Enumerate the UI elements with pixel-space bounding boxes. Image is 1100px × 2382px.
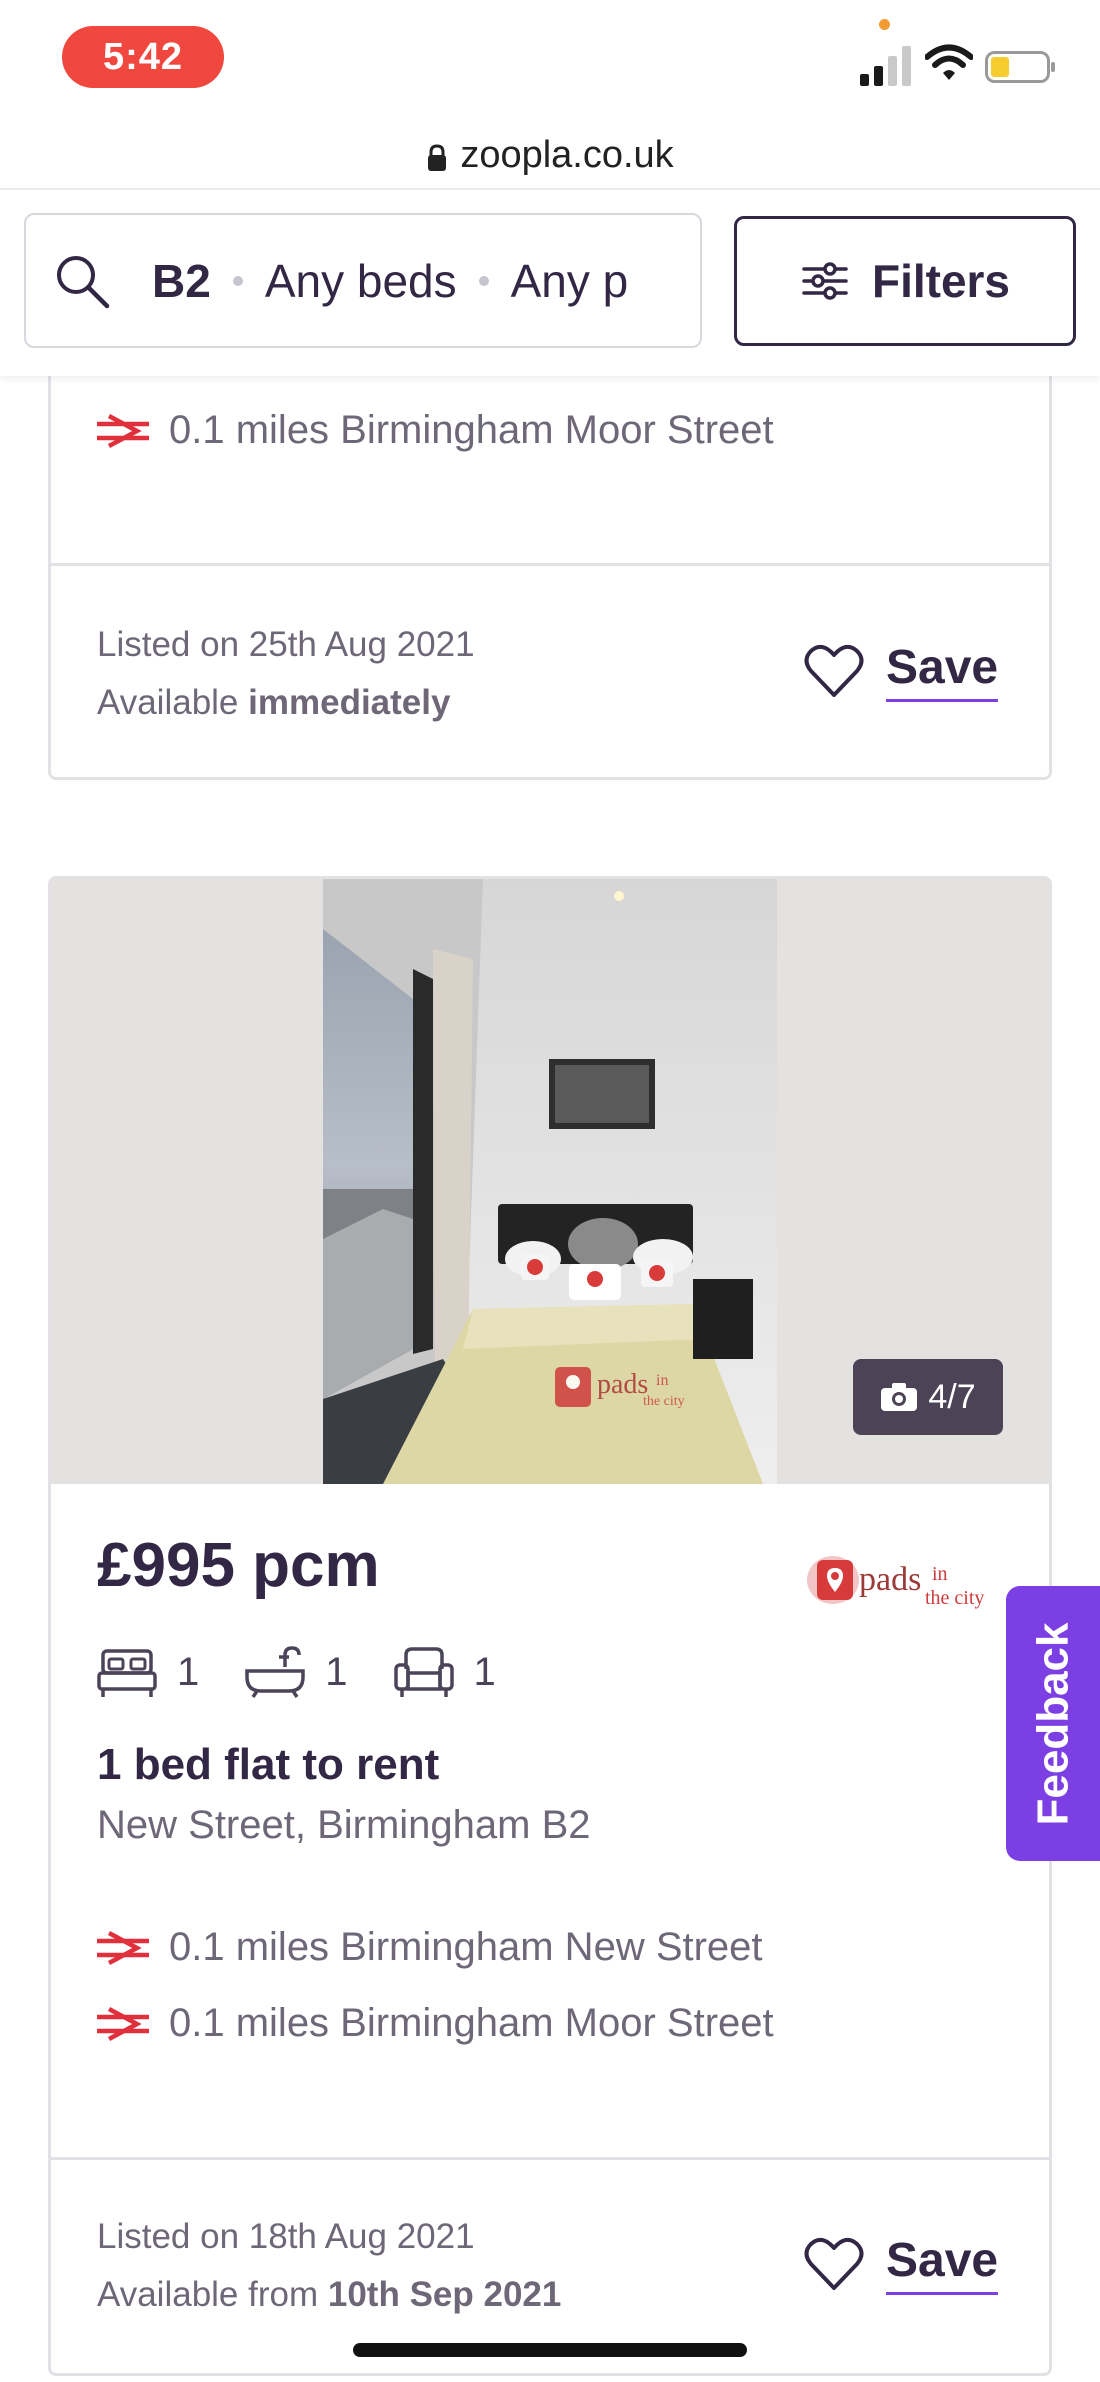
- bed-icon: [97, 1649, 157, 1697]
- listing-title[interactable]: 1 bed flat to rent: [97, 1740, 439, 1790]
- heart-icon: [804, 2237, 864, 2290]
- availability-value: 10th Sep 2021: [327, 2275, 562, 2314]
- save-button[interactable]: Save: [804, 640, 999, 702]
- station-distance: 0.1 miles Birmingham Moor Street: [169, 2001, 774, 2045]
- station-row: 0.1 miles Birmingham New Street: [97, 1925, 763, 1970]
- national-rail-icon: [97, 1930, 149, 1965]
- filters-button[interactable]: Filters: [734, 216, 1076, 346]
- search-summary-input[interactable]: B2 Any beds Any p: [24, 213, 702, 348]
- wifi-icon: [925, 44, 973, 80]
- heart-icon: [804, 644, 864, 697]
- bedroom-photo-illustration: pads in the city: [323, 879, 777, 1484]
- battery-icon: [985, 51, 1055, 83]
- receptions-feature: 1: [393, 1645, 496, 1699]
- browser-url-bar[interactable]: zoopla.co.uk: [0, 120, 1100, 190]
- national-rail-icon: [97, 2006, 149, 2041]
- listing-dates: Listed on 25th Aug 2021 Available immedi…: [97, 616, 475, 732]
- photo-counter-text: 4/7: [928, 1377, 976, 1416]
- card-divider: [51, 2157, 1049, 2160]
- filters-label: Filters: [871, 255, 1011, 307]
- availability-value: immediately: [248, 683, 451, 722]
- browser-url: zoopla.co.uk: [460, 133, 674, 176]
- search-criteria: B2 Any beds Any p: [152, 254, 628, 308]
- lock-icon: [426, 140, 448, 171]
- agent-logo-word: in: [932, 1563, 948, 1585]
- agent-logo-word: pads: [859, 1561, 921, 1598]
- listing-price: £995 pcm: [97, 1531, 380, 1600]
- svg-text:pads: pads: [597, 1369, 648, 1400]
- save-button[interactable]: Save: [804, 2233, 999, 2295]
- listing-address: New Street, Birmingham B2: [97, 1803, 591, 1847]
- station-row: 0.1 miles Birmingham Moor Street: [97, 2001, 774, 2046]
- search-price: Any p: [510, 254, 629, 307]
- status-time: 5:42: [62, 26, 224, 88]
- listing-photo[interactable]: pads in the city: [323, 879, 777, 1484]
- search-icon: [57, 255, 110, 308]
- cellular-signal-icon: [860, 46, 911, 86]
- home-indicator[interactable]: [353, 2343, 747, 2357]
- availability: Available from 10th Sep 2021: [97, 2275, 562, 2314]
- separator-dot: [478, 275, 489, 286]
- camera-icon: [881, 1383, 918, 1411]
- bath-icon: [245, 1646, 305, 1698]
- national-rail-icon: [97, 413, 149, 448]
- svg-text:in: in: [656, 1372, 668, 1389]
- search-beds: Any beds: [264, 254, 457, 307]
- listing-dates: Listed on 18th Aug 2021 Available from 1…: [97, 2208, 561, 2324]
- station-distance: 0.1 miles Birmingham New Street: [169, 1925, 763, 1969]
- bedrooms-count: 1: [177, 1649, 200, 1694]
- photo-counter[interactable]: 4/7: [853, 1359, 1003, 1435]
- availability: Available immediately: [97, 683, 451, 722]
- listed-date: Listed on 25th Aug 2021: [97, 625, 475, 664]
- card-divider: [51, 563, 1049, 566]
- bathrooms-count: 1: [325, 1649, 348, 1694]
- station-row: 0.1 miles Birmingham Moor Street: [97, 408, 774, 453]
- separator-dot: [232, 275, 243, 286]
- agent-logo[interactable]: pads in the city: [795, 1540, 995, 1620]
- feedback-label: Feedback: [1028, 1622, 1078, 1825]
- bedrooms-feature: 1: [97, 1645, 199, 1699]
- receptions-count: 1: [473, 1649, 496, 1694]
- svg-text:the city: the city: [643, 1394, 685, 1409]
- feedback-tab[interactable]: Feedback: [1006, 1586, 1100, 1861]
- listed-date: Listed on 18th Aug 2021: [97, 2217, 475, 2256]
- listing-features: 1 1 1: [97, 1645, 542, 1699]
- bathrooms-feature: 1: [245, 1645, 348, 1699]
- station-distance: 0.1 miles Birmingham Moor Street: [169, 408, 774, 452]
- search-location: B2: [152, 254, 211, 307]
- privacy-indicator-dot: [879, 19, 890, 30]
- armchair-icon: [393, 1647, 454, 1697]
- sliders-icon: [802, 262, 848, 300]
- save-label: Save: [886, 640, 999, 702]
- agent-logo-word: the city: [925, 1587, 984, 1609]
- save-label: Save: [886, 2233, 999, 2295]
